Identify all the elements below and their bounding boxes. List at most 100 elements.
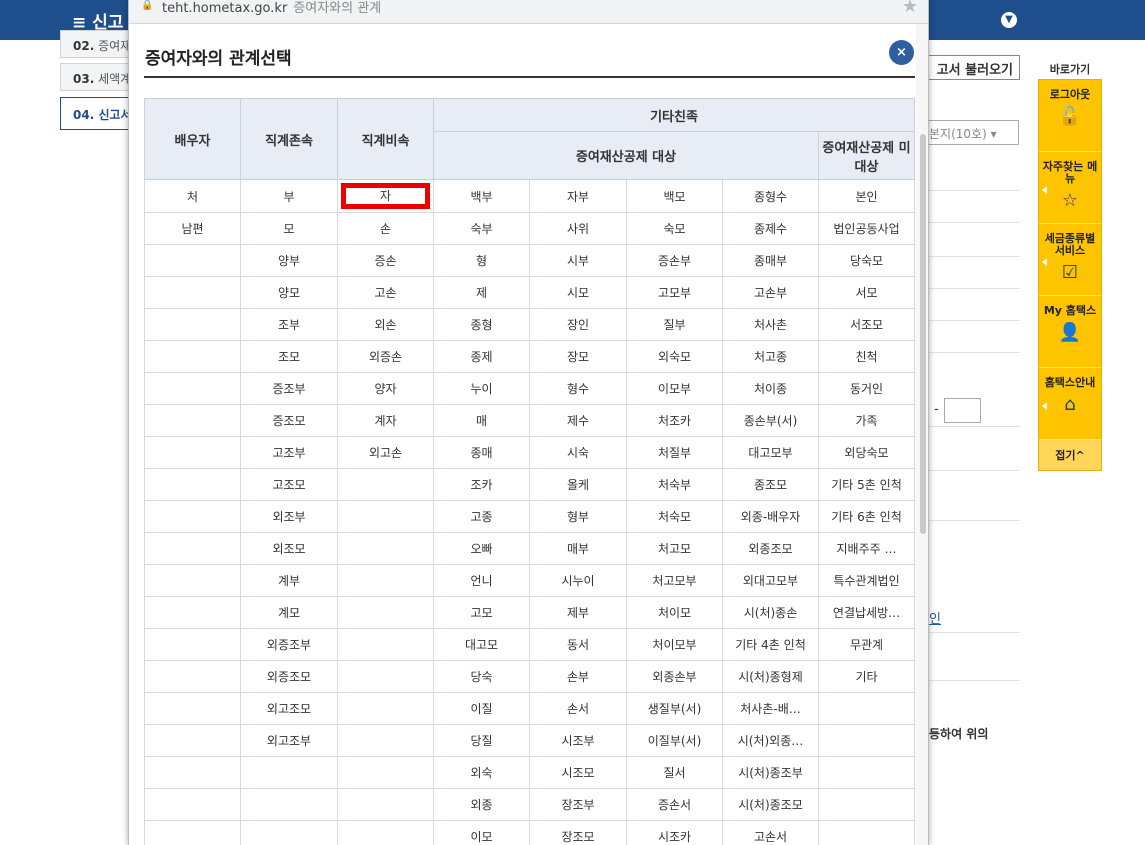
relationship-cell[interactable]: 시숙 [529, 436, 627, 469]
relationship-cell[interactable]: 종형 [433, 308, 530, 341]
background-input[interactable] [944, 398, 981, 423]
relationship-cell[interactable]: 대고모 [433, 628, 530, 661]
relationship-cell[interactable]: 증손부 [626, 244, 723, 277]
relationship-cell[interactable]: 양자 [337, 372, 434, 405]
relationship-cell[interactable]: 장조모 [529, 820, 627, 845]
relationship-cell[interactable]: 종손부(서) [722, 404, 819, 437]
relationship-cell[interactable]: 생질부(서) [626, 692, 723, 725]
relationship-cell[interactable]: 기타 4촌 인척 [722, 628, 819, 661]
relationship-cell[interactable]: 장모 [529, 340, 627, 373]
relationship-cell[interactable]: 제 [433, 276, 530, 309]
relationship-cell[interactable]: 처 [144, 179, 241, 213]
relationship-cell[interactable]: 처사촌 [722, 308, 819, 341]
relationship-cell[interactable]: 처이모부 [626, 628, 723, 661]
relationship-cell[interactable]: 처조카 [626, 404, 723, 437]
relationship-cell[interactable]: 이질 [433, 692, 530, 725]
relationship-cell-selected[interactable]: 자 [337, 179, 434, 213]
relationship-cell[interactable]: 처고모부 [626, 564, 723, 597]
relationship-cell[interactable]: 처질부 [626, 436, 723, 469]
relationship-cell[interactable]: 매 [433, 404, 530, 437]
relationship-cell[interactable]: 외당숙모 [817, 436, 916, 469]
relationship-cell[interactable]: 외증손 [337, 340, 434, 373]
relationship-cell[interactable]: 시조카 [626, 820, 723, 845]
relationship-cell[interactable]: 당질 [433, 724, 530, 757]
quick-menu-my-hometax[interactable]: My 홈택스 👤 [1039, 296, 1101, 368]
relationship-cell[interactable]: 외종조모 [722, 532, 819, 565]
relationship-cell[interactable]: 이모부 [626, 372, 723, 405]
scrollbar-thumb[interactable] [920, 134, 926, 534]
relationship-cell[interactable]: 시부 [529, 244, 627, 277]
relationship-cell[interactable]: 외숙모 [626, 340, 723, 373]
background-select[interactable]: 본지(10호) ▾ [924, 120, 1019, 145]
relationship-cell[interactable]: 종제 [433, 340, 530, 373]
bookmark-star-icon[interactable]: ★ [902, 0, 918, 17]
relationship-cell[interactable]: 기타 5촌 인척 [817, 468, 916, 501]
relationship-cell[interactable]: 종매 [433, 436, 530, 469]
relationship-cell[interactable]: 고손서 [722, 820, 819, 845]
relationship-cell[interactable]: 매부 [529, 532, 627, 565]
relationship-cell[interactable]: 고모부 [626, 276, 723, 309]
relationship-cell[interactable]: 특수관계법인 [817, 564, 916, 597]
step-04[interactable]: 04. 신고서 [60, 97, 130, 130]
relationship-cell[interactable]: 외대고모부 [722, 564, 819, 597]
popup-scrollbar[interactable] [916, 24, 928, 845]
quick-menu-guide[interactable]: 홈택스안내 ⌂ [1039, 368, 1101, 440]
relationship-cell[interactable]: 처사촌-배… [722, 692, 819, 725]
relationship-cell[interactable]: 시조부 [529, 724, 627, 757]
relationship-cell[interactable]: 처이종 [722, 372, 819, 405]
relationship-cell[interactable]: 이질부(서) [626, 724, 723, 757]
relationship-cell[interactable]: 계모 [240, 596, 338, 629]
relationship-cell[interactable]: 처이모 [626, 596, 723, 629]
relationship-cell[interactable]: 조부 [240, 308, 338, 341]
relationship-cell[interactable]: 외고손 [337, 436, 434, 469]
quick-menu-tax-services[interactable]: 세금종류별 서비스 ☑ [1039, 224, 1101, 296]
relationship-cell[interactable]: 증손서 [626, 788, 723, 821]
relationship-cell[interactable]: 동서 [529, 628, 627, 661]
quick-menu-logout[interactable]: 로그아웃 🔓 [1039, 80, 1101, 152]
relationship-cell[interactable]: 시(처)종형제 [722, 660, 819, 693]
relationship-cell[interactable]: 백부 [433, 179, 530, 213]
relationship-cell[interactable]: 손부 [529, 660, 627, 693]
relationship-cell[interactable]: 자부 [529, 179, 627, 213]
relationship-cell[interactable]: 친척 [817, 340, 916, 373]
relationship-cell[interactable]: 장조부 [529, 788, 627, 821]
relationship-cell[interactable]: 언니 [433, 564, 530, 597]
step-02[interactable]: 02. 증여재 [60, 30, 130, 58]
relationship-cell[interactable]: 종조모 [722, 468, 819, 501]
relationship-cell[interactable]: 고조모 [240, 468, 338, 501]
relationship-cell[interactable]: 고모 [433, 596, 530, 629]
relationship-cell[interactable]: 시(처)종조모 [722, 788, 819, 821]
relationship-cell[interactable]: 기타 6촌 인척 [817, 500, 916, 533]
relationship-cell[interactable]: 기타 [817, 660, 916, 693]
step-03[interactable]: 03. 세액계 [60, 63, 130, 91]
load-report-button[interactable]: 고서 불러오기 [920, 55, 1020, 80]
relationship-cell[interactable]: 올케 [529, 468, 627, 501]
relationship-cell[interactable]: 남편 [144, 212, 241, 245]
relationship-cell[interactable]: 장인 [529, 308, 627, 341]
relationship-cell[interactable]: 증손 [337, 244, 434, 277]
relationship-cell[interactable]: 고손부 [722, 276, 819, 309]
relationship-cell[interactable]: 외조모 [240, 532, 338, 565]
relationship-cell[interactable]: 처고종 [722, 340, 819, 373]
relationship-cell[interactable]: 동거인 [817, 372, 916, 405]
relationship-cell[interactable]: 증조모 [240, 404, 338, 437]
relationship-cell[interactable]: 형수 [529, 372, 627, 405]
relationship-cell[interactable]: 제수 [529, 404, 627, 437]
relationship-cell[interactable]: 외조부 [240, 500, 338, 533]
relationship-cell[interactable]: 숙부 [433, 212, 530, 245]
relationship-cell[interactable]: 질서 [626, 756, 723, 789]
relationship-cell[interactable]: 오빠 [433, 532, 530, 565]
relationship-cell[interactable]: 외증조부 [240, 628, 338, 661]
relationship-cell[interactable]: 외증조모 [240, 660, 338, 693]
relationship-cell[interactable]: 본인 [817, 179, 916, 213]
relationship-cell[interactable]: 외숙 [433, 756, 530, 789]
relationship-cell[interactable]: 백모 [626, 179, 723, 213]
relationship-cell[interactable]: 외종손부 [626, 660, 723, 693]
relationship-cell[interactable]: 당숙모 [817, 244, 916, 277]
relationship-cell[interactable]: 조카 [433, 468, 530, 501]
relationship-cell[interactable]: 무관계 [817, 628, 916, 661]
relationship-cell[interactable]: 형 [433, 244, 530, 277]
relationship-cell[interactable]: 양모 [240, 276, 338, 309]
relationship-cell[interactable]: 종형수 [722, 179, 819, 213]
relationship-cell[interactable]: 사위 [529, 212, 627, 245]
